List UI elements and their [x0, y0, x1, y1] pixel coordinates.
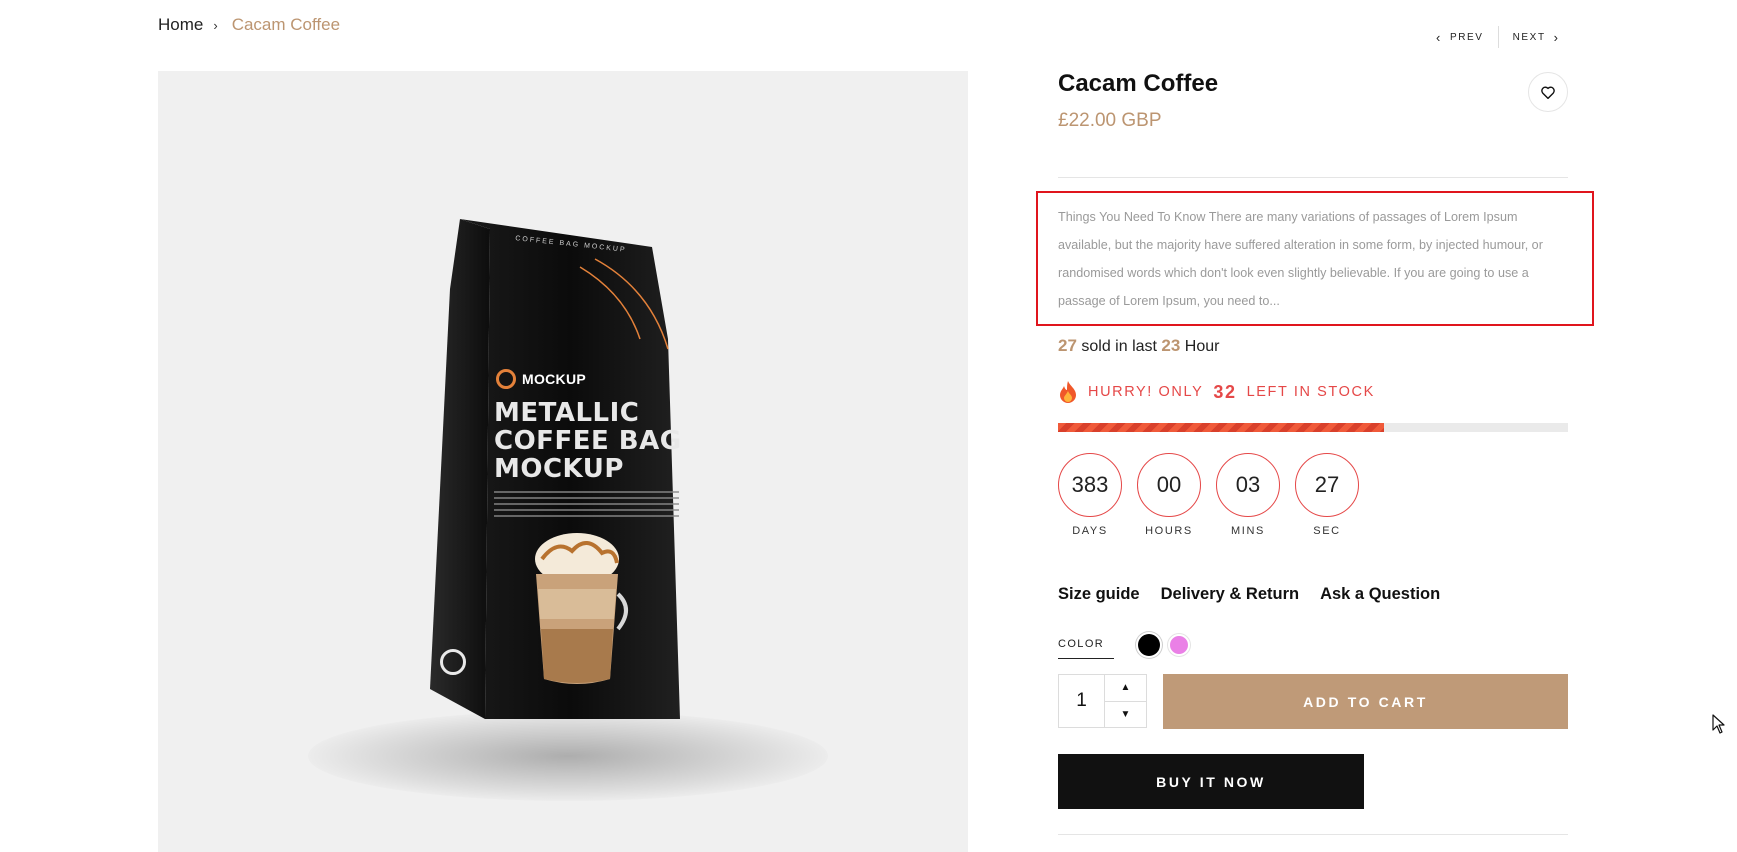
size-guide-link[interactable]: Size guide [1058, 585, 1140, 604]
product-pager: ‹ PREV NEXT › [1436, 26, 1560, 48]
stock-suffix: LEFT IN STOCK [1246, 384, 1375, 400]
caret-down-icon: ▼ [1120, 708, 1131, 720]
bag-fine-print [494, 491, 679, 521]
bag-headline: METALLIC COFFEE BAG MOCKUP [494, 399, 684, 483]
stock-count: 32 [1213, 381, 1237, 402]
mouse-cursor-icon [1712, 714, 1725, 734]
color-swatches [1138, 633, 1190, 656]
breadcrumb-current: Cacam Coffee [231, 15, 341, 34]
stock-progress-fill [1058, 423, 1385, 432]
wishlist-button[interactable] [1528, 72, 1568, 112]
countdown-sec: 27 SEC [1295, 453, 1359, 537]
bag-bottom-logo-icon [440, 649, 466, 675]
coffee-bag: COFFEE BAG MOCKUP MOCKUP METALLIC COFFEE… [430, 219, 681, 719]
product-price: £22.00 GBP [1058, 110, 1162, 131]
quantity-stepper: 1 ▲ ▼ [1058, 674, 1147, 728]
color-swatch-pink[interactable] [1168, 633, 1190, 656]
divider-bottom [1058, 834, 1568, 835]
brand-logo-icon [496, 369, 516, 389]
color-selector: COLOR [1058, 630, 1190, 659]
color-label: COLOR [1058, 638, 1114, 659]
countdown-hours-value: 00 [1137, 453, 1201, 517]
bag-headline-line-1: METALLIC [494, 398, 640, 428]
product-image[interactable]: COFFEE BAG MOCKUP MOCKUP METALLIC COFFEE… [158, 71, 968, 852]
flame-icon [1060, 381, 1076, 403]
stock-progress-bar [1058, 423, 1568, 432]
color-swatch-black[interactable] [1138, 633, 1160, 656]
product-title: Cacam Coffee [1058, 70, 1219, 97]
chevron-right-icon: › [1553, 29, 1560, 45]
quantity-decrease-button[interactable]: ▼ [1105, 700, 1146, 728]
countdown-sec-value: 27 [1295, 453, 1359, 517]
next-button[interactable]: NEXT › [1513, 30, 1560, 45]
countdown-sec-label: SEC [1313, 525, 1341, 537]
countdown-hours-label: HOURS [1145, 525, 1193, 537]
sold-count: 27 [1058, 336, 1077, 355]
quantity-increase-button[interactable]: ▲ [1105, 675, 1146, 701]
countdown-days-label: DAYS [1072, 525, 1108, 537]
heart-icon [1541, 86, 1555, 99]
countdown-hours: 00 HOURS [1137, 453, 1201, 537]
sold-hours: 23 [1161, 336, 1181, 355]
sold-counter: 27 sold in last 23 Hour [1058, 336, 1219, 356]
add-to-cart-button[interactable]: ADD TO CART [1163, 674, 1568, 729]
next-label: NEXT [1512, 31, 1546, 43]
bag-headline-line-3: MOCKUP [494, 454, 624, 484]
breadcrumb: Home › Cacam Coffee [158, 15, 340, 35]
bag-brand-label: MOCKUP [522, 371, 587, 387]
stock-warning: HURRY! ONLY 32 LEFT IN STOCK [1058, 380, 1375, 404]
sold-hour-label: Hour [1184, 338, 1220, 355]
breadcrumb-chevron-icon: › [213, 17, 218, 33]
chevron-left-icon: ‹ [1436, 29, 1442, 45]
countdown-days-value: 383 [1058, 453, 1122, 517]
countdown-mins: 03 MINS [1216, 453, 1280, 537]
prev-label: PREV [1449, 31, 1484, 43]
breadcrumb-home-link[interactable]: Home [158, 15, 203, 35]
quantity-input[interactable]: 1 [1059, 675, 1105, 727]
countdown-mins-value: 03 [1216, 453, 1280, 517]
countdown-timer: 383 DAYS 00 HOURS 03 MINS 27 SEC [1058, 453, 1359, 537]
stock-prefix: HURRY! ONLY [1088, 384, 1204, 400]
bag-brand: MOCKUP [496, 369, 586, 389]
divider [1058, 177, 1568, 178]
buy-now-button[interactable]: BUY IT NOW [1058, 754, 1364, 809]
countdown-mins-label: MINS [1231, 525, 1265, 537]
latte-cup-illustration [535, 533, 628, 684]
countdown-days: 383 DAYS [1058, 453, 1122, 537]
ask-question-link[interactable]: Ask a Question [1320, 585, 1440, 604]
sold-text: sold in last [1081, 338, 1157, 355]
bag-headline-line-2: COFFEE BAG [494, 426, 682, 456]
product-links: Size guide Delivery & Return Ask a Quest… [1058, 585, 1440, 604]
pager-divider [1497, 26, 1499, 48]
quantity-steps: ▲ ▼ [1105, 675, 1146, 727]
bag-shadow [308, 711, 828, 801]
product-description: Things You Need To Know There are many v… [1058, 210, 1543, 308]
caret-up-icon: ▲ [1120, 682, 1131, 694]
delivery-return-link[interactable]: Delivery & Return [1161, 585, 1299, 604]
prev-button[interactable]: ‹ PREV [1436, 30, 1484, 45]
